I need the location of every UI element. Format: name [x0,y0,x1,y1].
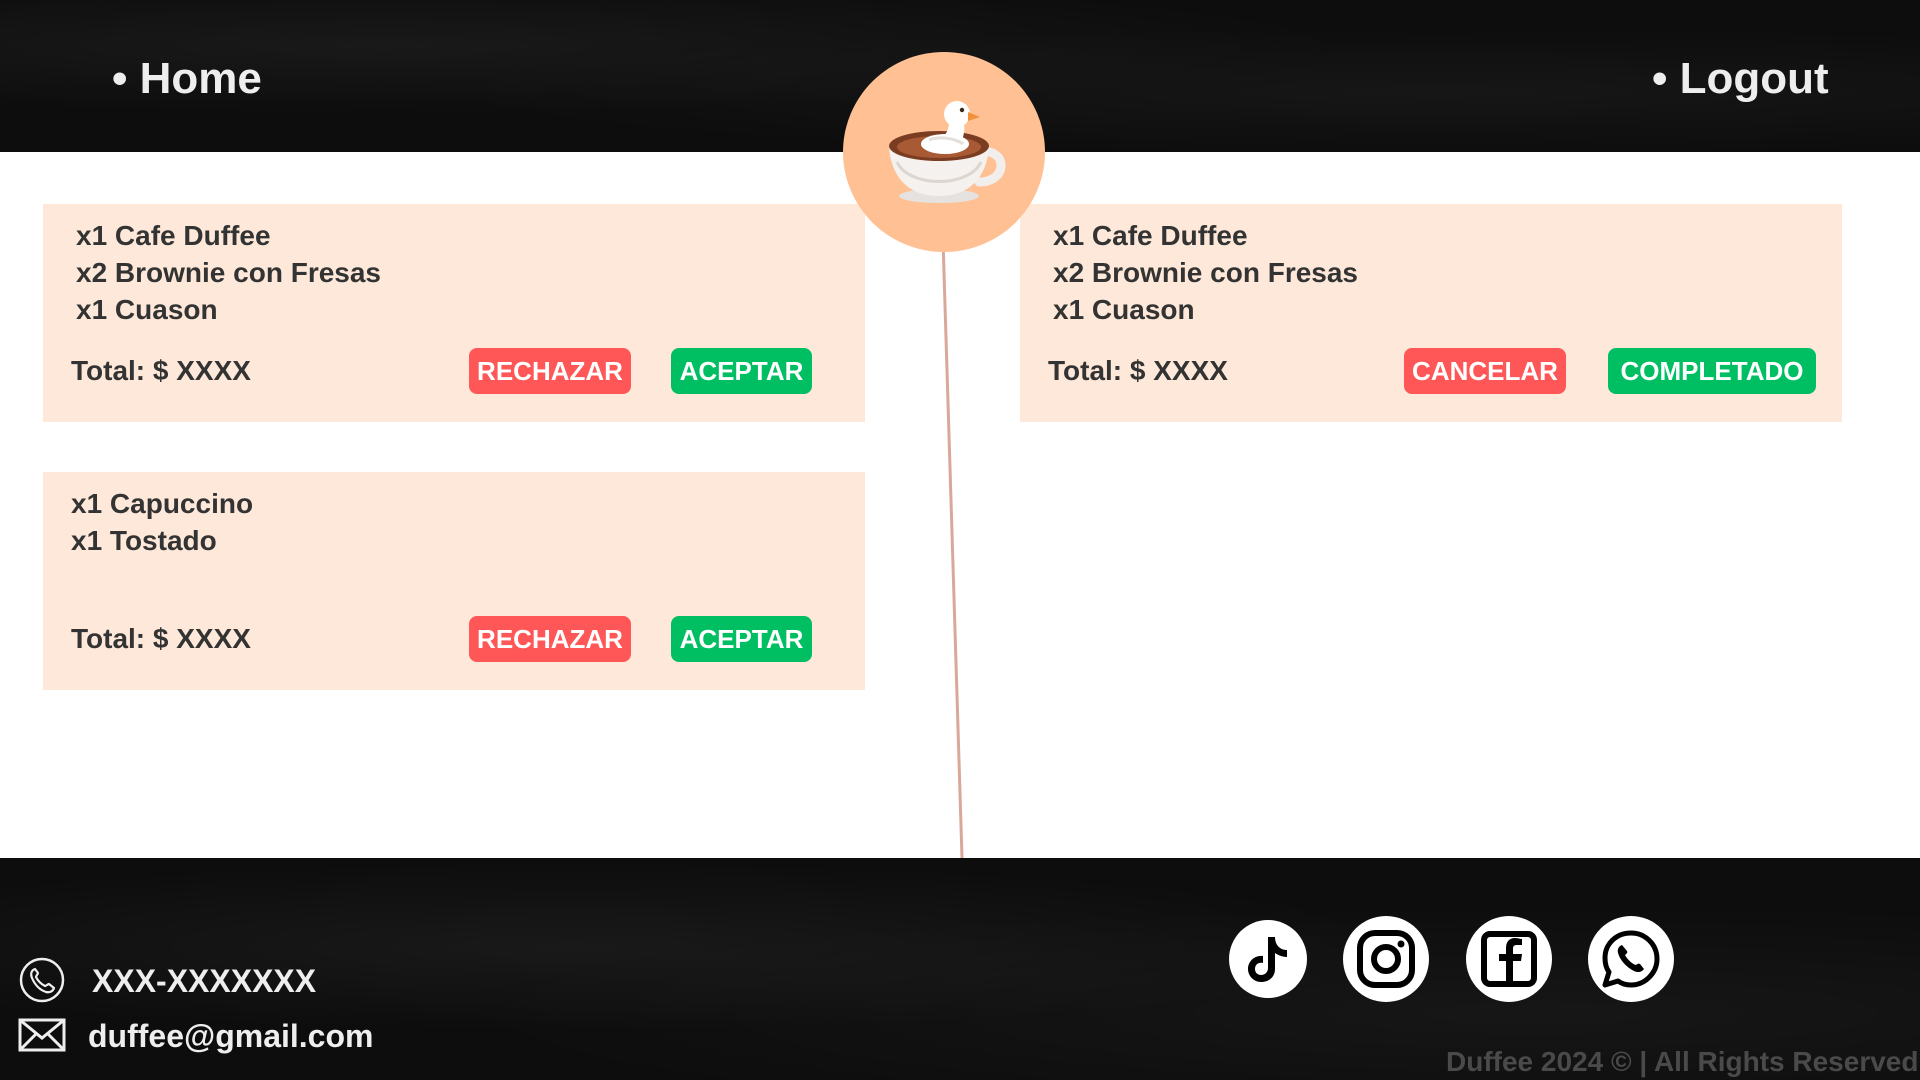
accept-button[interactable]: ACEPTAR [671,616,812,662]
phone-icon [19,957,65,1003]
order-item: x1 Cafe Duffee [76,220,271,251]
mail-icon [18,1018,66,1052]
nav-home-link[interactable]: • Home [112,52,262,106]
duck-in-coffee-cup-icon [889,101,1006,203]
order-items-list: x1 Cafe Duffee x2 Brownie con Fresas x1 … [76,217,381,328]
cancel-button[interactable]: CANCELAR [1404,348,1566,394]
reject-button[interactable]: RECHAZAR [469,348,631,394]
copyright-text: Duffee 2024 © | All Rights Reserved [1446,1046,1919,1077]
order-item: x1 Tostado [71,525,217,556]
order-item: x1 Capuccino [71,488,254,519]
order-item: x1 Cuason [1053,294,1195,325]
order-total: Total: $ XXXX [1048,355,1228,386]
order-item: x2 Brownie con Fresas [1053,257,1359,288]
instagram-link[interactable] [1343,916,1429,1002]
facebook-link[interactable] [1466,916,1552,1002]
duffee-logo[interactable] [843,52,1045,252]
order-items-list: x1 Capuccino x1 Tostado [71,485,253,559]
order-item: x1 Cuason [76,294,218,325]
complete-button[interactable]: COMPLETADO [1608,348,1816,394]
whatsapp-icon [1602,930,1660,988]
tiktok-icon [1248,937,1287,982]
incoming-order-card: x1 Cafe Duffee x2 Brownie con Fresas x1 … [43,204,865,422]
nav-logout-link[interactable]: • Logout [1652,52,1829,106]
reject-button[interactable]: RECHAZAR [469,616,631,662]
accept-button[interactable]: ACEPTAR [671,348,812,394]
incoming-order-card: x1 Capuccino x1 Tostado Total: $ XXXX RE… [43,472,865,690]
contact-email: duffee@gmail.com [88,1018,374,1054]
contact-phone: XXX-XXXXXXX [92,963,317,999]
tiktok-link[interactable] [1229,920,1307,998]
active-order-card: x1 Cafe Duffee x2 Brownie con Fresas x1 … [1020,204,1842,422]
order-item: x2 Brownie con Fresas [76,257,382,288]
whatsapp-link[interactable] [1588,916,1674,1002]
order-item: x1 Cafe Duffee [1053,220,1248,251]
instagram-icon [1357,930,1415,988]
order-items-list: x1 Cafe Duffee x2 Brownie con Fresas x1 … [1053,217,1358,328]
order-total: Total: $ XXXX [71,355,251,386]
facebook-icon [1481,931,1537,987]
order-total: Total: $ XXXX [71,623,251,654]
